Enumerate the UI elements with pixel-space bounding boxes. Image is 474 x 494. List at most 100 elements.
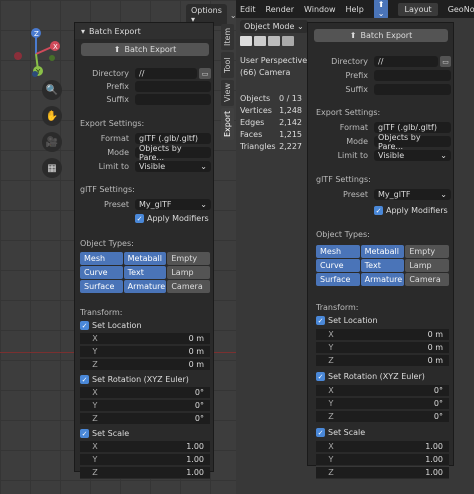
object-type-armature-toggle[interactable]: Armature [360, 273, 405, 286]
camera-icon[interactable]: 🎥 [42, 132, 62, 152]
apply-modifiers-checkbox-right[interactable]: ✓ Apply Modifiers [374, 206, 448, 215]
tab-layout[interactable]: Layout [398, 2, 438, 16]
object-mode-select[interactable]: Object Mode ⌄ [240, 20, 308, 33]
scale-y-field[interactable]: Y 1.00 [316, 454, 449, 466]
location-y-field[interactable]: Y 0 m [316, 342, 449, 354]
object-type-mesh-toggle[interactable]: Mesh [80, 252, 123, 265]
hand-pan-icon[interactable]: ✋ [42, 106, 62, 126]
axis-value: 0° [433, 399, 443, 408]
object-type-metaball-toggle[interactable]: Metaball [360, 245, 405, 258]
object-type-lamp-toggle[interactable]: Lamp [405, 259, 449, 272]
set-scale-checkbox[interactable]: ✓ Set Scale [80, 429, 129, 438]
axis-label: Z [328, 468, 334, 477]
format-select[interactable]: glTF (.glb/.gltf) [135, 133, 211, 144]
limit-select[interactable]: Visible ⌄ [135, 161, 211, 172]
export-settings-heading: Export Settings: [80, 119, 145, 128]
limit-select-right[interactable]: Visible ⌄ [374, 150, 451, 161]
tab-tool[interactable]: Tool [221, 52, 234, 78]
menu-edit[interactable]: Edit [240, 5, 256, 14]
rotation-y-field[interactable]: Y 0° [316, 398, 449, 410]
object-type-lamp-toggle[interactable]: Lamp [167, 266, 210, 279]
axis-value: 0 m [427, 343, 443, 352]
rotation-x-field[interactable]: X 0° [316, 385, 449, 397]
tab-item[interactable]: Item [221, 24, 234, 50]
object-type-curve-toggle[interactable]: Curve [80, 266, 123, 279]
object-type-camera-toggle[interactable]: Camera [167, 280, 210, 293]
object-type-armature-toggle[interactable]: Armature [123, 280, 167, 293]
export-icon: ⬆ [113, 45, 121, 54]
select-extend-icon[interactable] [254, 36, 266, 46]
viewport-camera-label: (66) Camera [240, 68, 291, 77]
apply-modifiers-label: Apply Modifiers [147, 214, 209, 223]
tab-view[interactable]: View [221, 80, 234, 106]
object-type-text-toggle[interactable]: Text [123, 266, 167, 279]
menu-render[interactable]: Render [266, 5, 294, 14]
scale-x-field[interactable]: X 1.00 [316, 441, 449, 453]
mode-select-right[interactable]: Objects by Pare... [374, 133, 451, 151]
object-type-empty-toggle[interactable]: Empty [167, 252, 210, 265]
suffix-field-right[interactable] [374, 84, 451, 95]
svg-text:Z: Z [34, 30, 39, 38]
folder-icon[interactable]: ▭ [440, 56, 451, 67]
grid-view-icon[interactable]: ▦ [42, 158, 62, 178]
format-select-right[interactable]: glTF (.glb/.gltf) [374, 122, 451, 133]
set-rotation-checkbox[interactable]: ✓ Set Rotation (XYZ Euler) [80, 375, 189, 384]
rotation-z-field[interactable]: Z 0° [316, 411, 449, 423]
batch-export-button[interactable]: ⬆ Batch Export [81, 43, 209, 56]
suffix-field[interactable] [135, 94, 211, 105]
navigation-controls: 🔍 ✋ 🎥 ▦ [42, 80, 62, 178]
select-intersect-icon[interactable] [282, 36, 294, 46]
checkmark-icon: ✓ [374, 206, 383, 215]
axis-value: 1.00 [425, 468, 443, 477]
select-box-icon[interactable] [240, 36, 252, 46]
panel-header[interactable]: ▾ Batch Export [75, 23, 213, 39]
object-type-camera-toggle[interactable]: Camera [405, 273, 449, 286]
preset-select-right[interactable]: My_glTF ⌄ [374, 189, 451, 200]
directory-field-right[interactable]: // [374, 56, 438, 67]
location-z-field[interactable]: Z 0 m [80, 359, 210, 371]
rotation-x-field[interactable]: X 0° [80, 387, 210, 399]
tab-export[interactable]: Export [221, 108, 234, 140]
location-x-field[interactable]: X 0 m [80, 333, 210, 345]
object-type-mesh-toggle[interactable]: Mesh [316, 245, 360, 258]
stat-value: 1,215 [279, 129, 302, 139]
object-type-empty-toggle[interactable]: Empty [405, 245, 449, 258]
mode-select[interactable]: Objects by Pare... [135, 144, 211, 162]
set-location-checkbox[interactable]: ✓ Set Location [80, 321, 142, 330]
set-location-checkbox-right[interactable]: ✓ Set Location [316, 316, 378, 325]
export-menu-icon[interactable]: ⬆ ⌄ [373, 0, 389, 19]
prefix-field[interactable] [135, 81, 211, 92]
zoom-icon[interactable]: 🔍 [42, 80, 62, 100]
directory-field[interactable]: // [135, 68, 197, 79]
select-subtract-icon[interactable] [268, 36, 280, 46]
object-type-text-toggle[interactable]: Text [360, 259, 405, 272]
tab-geometry-nodes[interactable]: GeoNo [448, 5, 474, 14]
prefix-field-right[interactable] [374, 70, 451, 81]
preset-select[interactable]: My_glTF ⌄ [135, 199, 211, 210]
object-type-metaball-toggle[interactable]: Metaball [123, 252, 167, 265]
scale-y-field[interactable]: Y 1.00 [80, 454, 210, 466]
svg-text:X: X [53, 43, 58, 51]
apply-modifiers-checkbox[interactable]: ✓ Apply Modifiers [135, 214, 209, 223]
menu-window[interactable]: Window [304, 5, 336, 14]
navigation-gizmo[interactable]: Z X Y [8, 26, 64, 82]
menu-help[interactable]: Help [346, 5, 364, 14]
batch-export-panel-right: ⬆ Batch Export Directory // ▭ Prefix Suff… [307, 22, 454, 479]
set-location-label: Set Location [92, 321, 142, 330]
set-scale-checkbox-right[interactable]: ✓ Set Scale [316, 428, 365, 437]
rotation-z-field[interactable]: Z 0° [80, 413, 210, 425]
stat-value: 2,227 [279, 141, 302, 151]
location-z-field[interactable]: Z 0 m [316, 355, 449, 367]
object-type-curve-toggle[interactable]: Curve [316, 259, 360, 272]
location-x-field[interactable]: X 0 m [316, 329, 449, 341]
object-type-surface-toggle[interactable]: Surface [80, 280, 123, 293]
scale-z-field[interactable]: Z 1.00 [80, 467, 210, 479]
folder-icon[interactable]: ▭ [199, 68, 211, 79]
location-y-field[interactable]: Y 0 m [80, 346, 210, 358]
scale-x-field[interactable]: X 1.00 [80, 441, 210, 453]
rotation-y-field[interactable]: Y 0° [80, 400, 210, 412]
set-rotation-checkbox-right[interactable]: ✓ Set Rotation (XYZ Euler) [316, 372, 425, 381]
scale-z-field[interactable]: Z 1.00 [316, 467, 449, 479]
object-type-surface-toggle[interactable]: Surface [316, 273, 360, 286]
batch-export-button-right[interactable]: ⬆ Batch Export [314, 29, 448, 42]
